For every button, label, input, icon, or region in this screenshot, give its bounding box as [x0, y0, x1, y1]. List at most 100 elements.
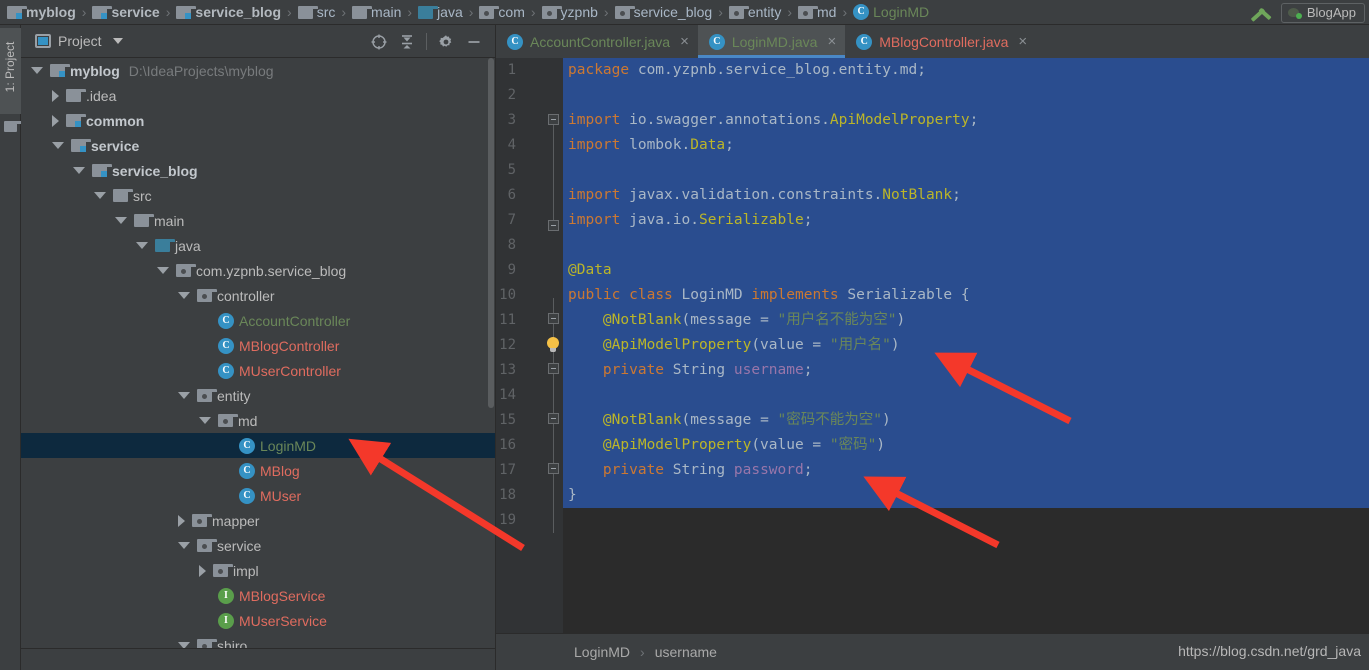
code-line[interactable]: @ApiModelProperty(value = "密码"): [568, 433, 885, 458]
run-configuration-selector[interactable]: BlogApp: [1280, 2, 1365, 23]
breadcrumb-item-main[interactable]: main: [351, 0, 402, 24]
editor-tab-loginmd-java[interactable]: C LoginMD.java ×: [697, 25, 846, 58]
tree-node-java[interactable]: java: [21, 233, 495, 258]
tree-node-muser[interactable]: C MUser: [21, 483, 495, 508]
project-view-selector[interactable]: Project: [35, 33, 123, 49]
breadcrumb-item-myblog[interactable]: myblog: [6, 0, 77, 24]
chevron-down-icon[interactable]: [115, 217, 127, 224]
code-line[interactable]: @ApiModelProperty(value = "用户名"): [568, 333, 900, 358]
chevron-right-icon[interactable]: [52, 89, 59, 102]
editor-tab-accountcontroller-java[interactable]: C AccountController.java ×: [496, 25, 698, 58]
chevron-right-icon[interactable]: [199, 564, 206, 577]
code-fold-marker[interactable]: [548, 463, 559, 474]
close-icon[interactable]: ×: [680, 34, 689, 49]
breadcrumb-field[interactable]: username: [655, 644, 717, 660]
tree-node-musercontroller[interactable]: C MUserController: [21, 358, 495, 383]
chevron-down-icon[interactable]: [94, 192, 106, 199]
locate-icon[interactable]: [365, 28, 393, 56]
breadcrumb-item-md[interactable]: md: [797, 0, 837, 24]
tree-node-service[interactable]: service: [21, 133, 495, 158]
chevron-down-icon[interactable]: [136, 242, 148, 249]
code-line[interactable]: private String password;: [568, 458, 813, 483]
code-line[interactable]: @Data: [568, 258, 612, 283]
code-line[interactable]: public class LoginMD implements Serializ…: [568, 283, 970, 308]
chevron-right-icon[interactable]: [52, 114, 59, 127]
tree-node-muserservice[interactable]: I MUserService: [21, 608, 495, 633]
chevron-down-icon[interactable]: [73, 167, 85, 174]
hide-panel-icon[interactable]: [460, 28, 488, 56]
breadcrumb-item-service[interactable]: service: [91, 0, 160, 24]
chevron-right-icon[interactable]: [178, 514, 185, 527]
editor-tab-mblogcontroller-java[interactable]: C MBlogController.java ×: [845, 25, 1036, 58]
tree-node--idea[interactable]: .idea: [21, 83, 495, 108]
breadcrumb-item-entity[interactable]: entity: [728, 0, 782, 24]
gear-icon[interactable]: [432, 28, 460, 56]
tree-node-entity[interactable]: entity: [21, 383, 495, 408]
editor-breadcrumb: LoginMD › username: [574, 644, 717, 660]
line-number: 19: [499, 512, 516, 528]
code-fold-marker[interactable]: [548, 313, 559, 324]
tree-node-main[interactable]: main: [21, 208, 495, 233]
chevron-down-icon[interactable]: [157, 267, 169, 274]
code-line[interactable]: }: [568, 483, 577, 508]
breadcrumb-item-service-blog[interactable]: service_blog: [175, 0, 282, 24]
close-icon[interactable]: ×: [827, 34, 836, 49]
collapse-all-icon[interactable]: [393, 28, 421, 56]
chevron-down-icon[interactable]: [31, 67, 43, 74]
tree-node-com-yzpnb-service-blog[interactable]: com.yzpnb.service_blog: [21, 258, 495, 283]
code-editor[interactable]: 1 2 3 4 5 6 7 8 9 10 11 12 13 14 15 16 17 18 19 package co…: [496, 58, 1369, 633]
tree-node-controller[interactable]: controller: [21, 283, 495, 308]
breadcrumb-item-com[interactable]: com: [478, 0, 525, 24]
structure-folder-icon[interactable]: [4, 121, 24, 132]
tree-node-mblog[interactable]: C MBlog: [21, 458, 495, 483]
breadcrumb-item-loginmd[interactable]: C LoginMD: [852, 0, 930, 24]
tree-node-loginmd[interactable]: C LoginMD: [21, 433, 495, 458]
chevron-down-icon[interactable]: [178, 542, 190, 549]
tree-node-service-blog[interactable]: service_blog: [21, 158, 495, 183]
chevron-down-icon[interactable]: [199, 417, 211, 424]
tree-node-mapper[interactable]: mapper: [21, 508, 495, 533]
chevron-down-icon[interactable]: [178, 292, 190, 299]
breadcrumb-class[interactable]: LoginMD: [574, 644, 630, 660]
code-line[interactable]: import java.io.Serializable;: [568, 208, 812, 233]
project-tree-scrollbar[interactable]: [487, 58, 495, 670]
breadcrumb-item-service-blog[interactable]: service_blog: [614, 0, 714, 24]
code-line[interactable]: @NotBlank(message = "密码不能为空"): [568, 408, 891, 433]
tree-node-accountcontroller[interactable]: C AccountController: [21, 308, 495, 333]
chevron-down-icon[interactable]: [178, 392, 190, 399]
code-line[interactable]: import javax.validation.constraints.NotB…: [568, 183, 961, 208]
code-fold-marker[interactable]: [548, 220, 559, 231]
code-content[interactable]: package com.yzpnb.service_blog.entity.md…: [563, 58, 1369, 633]
code-token: @ApiModelProperty: [602, 337, 752, 353]
tree-node-label: MUserController: [239, 362, 341, 379]
code-line[interactable]: import lombok.Data;: [568, 133, 734, 158]
chevron-down-icon[interactable]: [112, 38, 123, 44]
code-token: import: [568, 112, 621, 128]
code-line[interactable]: @NotBlank(message = "用户名不能为空"): [568, 308, 905, 333]
code-fold-marker[interactable]: [548, 413, 559, 424]
intention-bulb-icon[interactable]: [546, 337, 560, 353]
code-line[interactable]: private String username;: [568, 358, 813, 383]
tree-node-src[interactable]: src: [21, 183, 495, 208]
code-line[interactable]: package com.yzpnb.service_blog.entity.md…: [568, 58, 926, 83]
editor-gutter[interactable]: 1 2 3 4 5 6 7 8 9 10 11 12 13 14 15 16 17 18 19: [496, 58, 563, 633]
code-fold-marker[interactable]: [548, 363, 559, 374]
breadcrumb-item-src[interactable]: src: [297, 0, 337, 24]
tree-node-mblogcontroller[interactable]: C MBlogController: [21, 333, 495, 358]
breadcrumb-item-java[interactable]: java: [417, 0, 464, 24]
tree-node-service[interactable]: service: [21, 533, 495, 558]
tree-node-myblog[interactable]: myblog D:\IdeaProjects\myblog: [21, 58, 495, 83]
chevron-down-icon[interactable]: [52, 142, 64, 149]
build-project-icon[interactable]: [1247, 3, 1273, 23]
tree-node-md[interactable]: md: [21, 408, 495, 433]
tree-node-common[interactable]: common: [21, 108, 495, 133]
code-line[interactable]: import io.swagger.annotations.ApiModelPr…: [568, 108, 978, 133]
breadcrumb-item-yzpnb[interactable]: yzpnb: [541, 0, 599, 24]
tree-node-impl[interactable]: impl: [21, 558, 495, 583]
tree-node-mblogservice[interactable]: I MBlogService: [21, 583, 495, 608]
code-fold-marker[interactable]: [548, 114, 559, 125]
close-icon[interactable]: ×: [1018, 34, 1027, 49]
breadcrumb-separator: ›: [341, 4, 347, 20]
tool-window-tab-project[interactable]: 1: Project: [0, 28, 21, 114]
project-tree[interactable]: myblog D:\IdeaProjects\myblog .idea common s…: [21, 58, 495, 670]
